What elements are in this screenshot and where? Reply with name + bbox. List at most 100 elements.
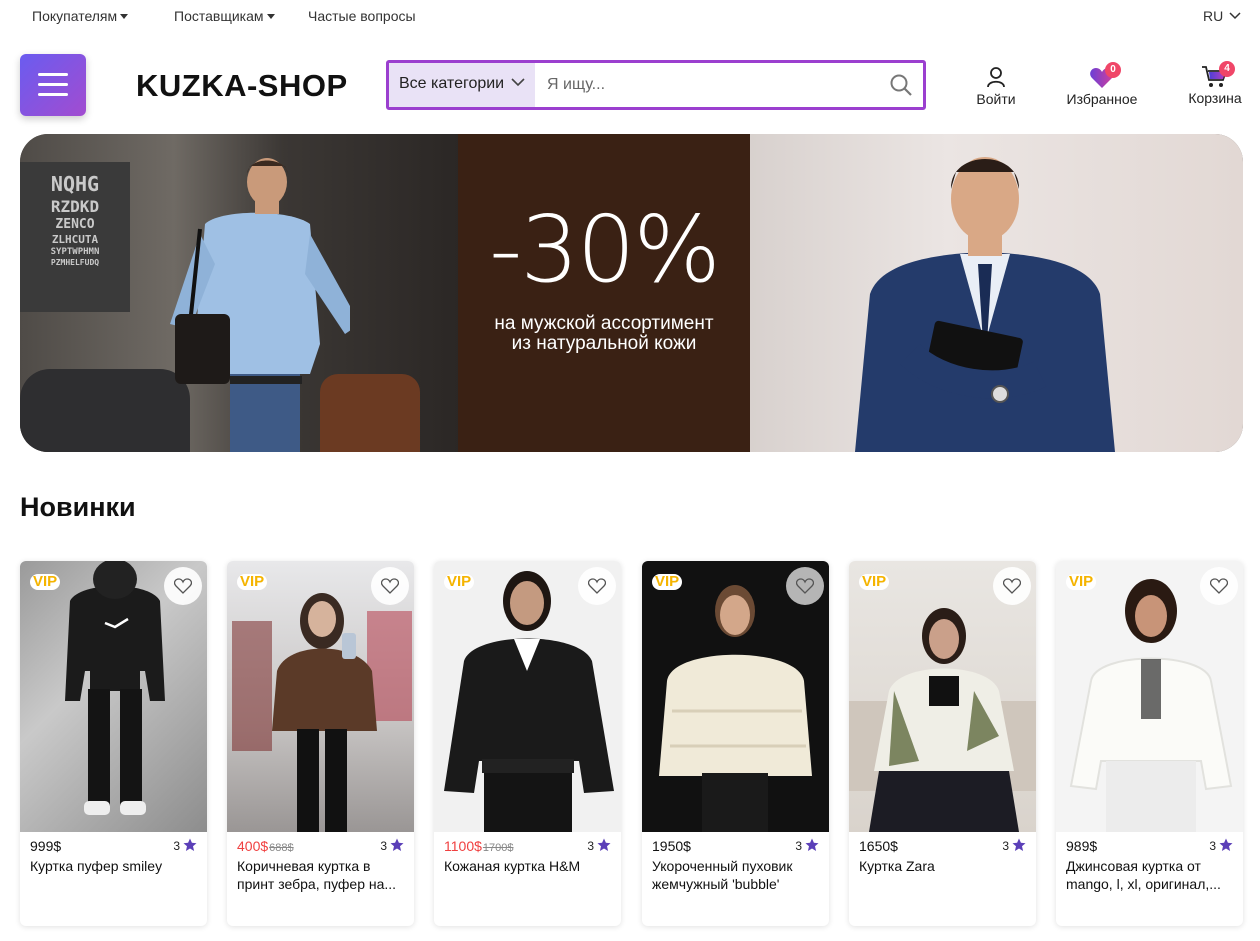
vip-badge: VIP (237, 574, 268, 590)
product-title[interactable]: Кожаная куртка H&M (444, 857, 612, 875)
vip-badge: VIP (30, 574, 61, 590)
rating-value: 3 (587, 839, 594, 853)
login-label: Войти (976, 91, 1016, 107)
product-rating: 3 (587, 838, 611, 853)
price-value: 1650$ (859, 838, 898, 854)
rating-value: 3 (1002, 839, 1009, 853)
suppliers-menu-label: Поставщикам (174, 8, 264, 24)
eye-chart-line: SYPTWPHMN (50, 247, 100, 257)
banner-subtitle: на мужской ассортимент из натуральной ко… (458, 314, 750, 354)
suppliers-menu[interactable]: Поставщикам (174, 8, 275, 24)
star-icon (597, 838, 611, 851)
hamburger-line (38, 93, 68, 96)
language-label: RU (1203, 8, 1224, 24)
chevron-down-icon (1229, 12, 1241, 20)
product-price: 989$ (1066, 838, 1098, 854)
price-value: 1950$ (652, 838, 691, 854)
star-icon (805, 838, 819, 851)
heart-outline-icon (588, 578, 606, 594)
product-rating: 3 (173, 838, 197, 853)
product-title[interactable]: Куртка пуфер smiley (30, 857, 198, 875)
heart-outline-icon (1003, 578, 1021, 594)
favorites-button[interactable]: Избранное 0 (1064, 62, 1140, 107)
price-value: 989$ (1066, 838, 1098, 854)
cart-button[interactable]: Корзина 4 (1186, 61, 1244, 106)
price-value: 400$ (237, 838, 269, 854)
search-icon[interactable] (889, 73, 913, 97)
logo[interactable]: KUZKA-SHOP (136, 68, 348, 104)
vip-badge: VIP (444, 574, 475, 590)
man-with-bag-figure (170, 158, 350, 452)
eye-chart-line: RZDKD (50, 197, 100, 216)
favorite-button[interactable] (1200, 567, 1238, 605)
product-price: 1100$1700$ (444, 838, 514, 854)
menu-button[interactable] (20, 54, 86, 116)
favorite-button[interactable] (993, 567, 1031, 605)
category-select-label: Все категории (399, 75, 505, 92)
old-price: 1700$ (482, 842, 514, 854)
cart-count-badge: 4 (1219, 61, 1235, 77)
star-icon (390, 838, 404, 851)
section-title: Новинки (20, 492, 136, 522)
heart-outline-icon (174, 578, 192, 594)
search-input[interactable] (535, 63, 875, 107)
chevron-down-icon (511, 78, 525, 87)
vip-badge: VIP (652, 574, 683, 590)
hamburger-icon (38, 73, 68, 76)
product-card[interactable]: VIP 400$688$ 3 Коричневая куртка в принт… (227, 561, 414, 926)
price-value: 999$ (30, 838, 62, 854)
favorites-label: Избранное (1066, 91, 1138, 107)
hamburger-line (38, 83, 68, 86)
product-title[interactable]: Укороченный пуховик жемчужный 'bubble' (652, 857, 820, 893)
product-card[interactable]: VIP 999$ 3 Куртка пуфер smiley (20, 561, 207, 926)
faq-link[interactable]: Частые вопросы (308, 8, 416, 24)
product-rating: 3 (1209, 838, 1233, 853)
product-title[interactable]: Джинсовая куртка от mango, l, xl, оригин… (1066, 857, 1234, 893)
eye-chart: NQHG RZDKD ZENCO ZLHCUTA SYPTWPHMN PZMHE… (20, 162, 130, 312)
favorite-button[interactable] (578, 567, 616, 605)
buyers-menu-label: Покупателям (32, 8, 118, 24)
product-card[interactable]: VIP 989$ 3 Джинсовая куртка от mango, l,… (1056, 561, 1243, 926)
discount-label: -30% (489, 196, 721, 303)
product-rating: 3 (795, 838, 819, 853)
favorite-button[interactable] (371, 567, 409, 605)
eye-chart-line: NQHG (50, 172, 100, 196)
favorite-button[interactable] (164, 567, 202, 605)
eye-chart-line: ZENCO (55, 217, 95, 232)
favorite-button[interactable] (786, 567, 824, 605)
banner-subtitle-line2: из натуральной кожи (511, 333, 697, 354)
price-value: 1100$ (444, 838, 482, 854)
rating-value: 3 (795, 839, 802, 853)
product-card[interactable]: VIP 1100$1700$ 3 Кожаная куртка H&M (434, 561, 621, 926)
product-price: 1650$ (859, 838, 899, 854)
product-title[interactable]: Коричневая куртка в принт зебра, пуфер н… (237, 857, 405, 893)
vip-badge: VIP (859, 574, 890, 590)
product-title[interactable]: Куртка Zara (859, 857, 1027, 875)
language-selector[interactable]: RU (1203, 8, 1241, 24)
banner-subtitle-line1: на мужской ассортимент (494, 313, 714, 334)
star-icon (1012, 838, 1026, 851)
product-price: 999$ (30, 838, 62, 854)
product-rating: 3 (380, 838, 404, 853)
cart-label: Корзина (1188, 90, 1242, 106)
man-in-suit-figure (855, 157, 1115, 452)
login-button[interactable]: Войти (972, 66, 1020, 107)
product-card[interactable]: VIP 1650$ 3 Куртка Zara (849, 561, 1036, 926)
rating-value: 3 (1209, 839, 1216, 853)
category-select[interactable]: Все категории (389, 63, 535, 107)
vip-badge: VIP (1066, 574, 1097, 590)
product-card[interactable]: VIP 1950$ 3 Укороченный пуховик жемчужны… (642, 561, 829, 926)
star-icon (1219, 838, 1233, 851)
product-rating: 3 (1002, 838, 1026, 853)
old-price: 688$ (269, 842, 294, 854)
product-price: 400$688$ (237, 838, 294, 854)
buyers-menu[interactable]: Покупателям (32, 8, 129, 24)
caret-down-icon (266, 14, 275, 19)
favorites-count-badge: 0 (1105, 62, 1121, 78)
rating-value: 3 (173, 839, 180, 853)
search-bar: Все категории (386, 60, 926, 110)
eye-chart-line: PZMHELFUDQ (50, 258, 100, 268)
user-icon (987, 67, 1005, 88)
promo-banner[interactable]: NQHG RZDKD ZENCO ZLHCUTA SYPTWPHMN PZMHE… (20, 134, 1243, 452)
eye-chart-line: ZLHCUTA (51, 233, 99, 247)
